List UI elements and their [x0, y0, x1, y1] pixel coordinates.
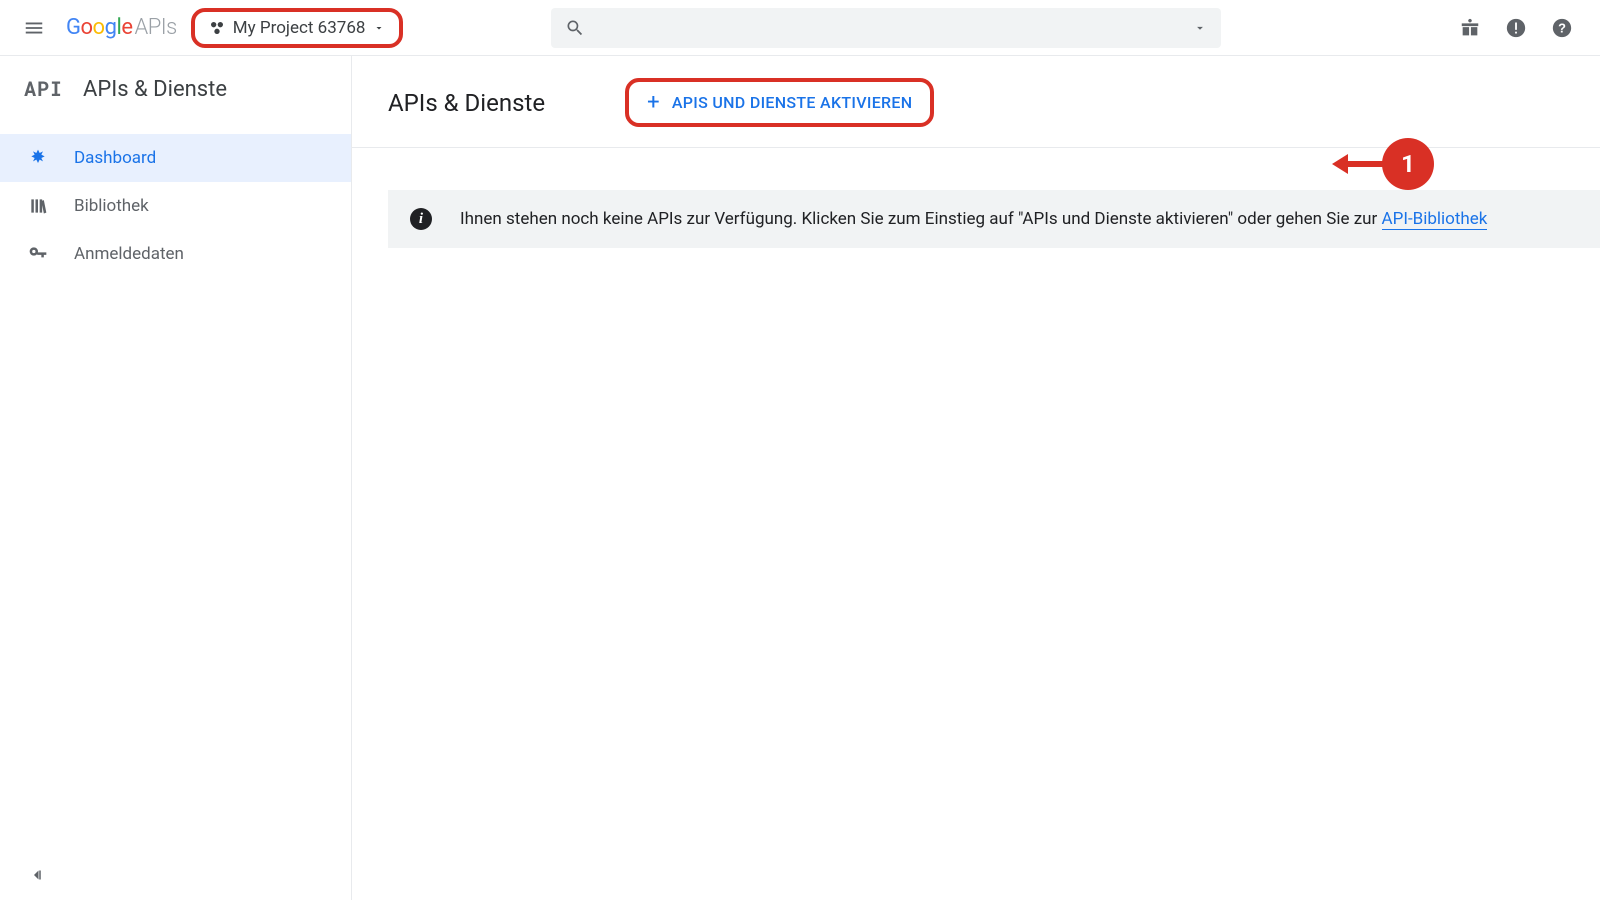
- svg-text:?: ?: [1558, 20, 1566, 35]
- menu-icon: [23, 17, 45, 39]
- main-content: APIs & Dienste + APIS UND DIENSTE AKTIVI…: [352, 56, 1600, 900]
- sidebar-item-library[interactable]: Bibliothek: [0, 182, 351, 230]
- notifications-button[interactable]: [1504, 16, 1528, 40]
- plus-icon: +: [647, 90, 660, 115]
- sidebar-item-credentials[interactable]: Anmeldedaten: [0, 230, 351, 278]
- credentials-icon: [28, 244, 48, 264]
- info-icon: i: [410, 208, 432, 230]
- sidebar-item-label: Bibliothek: [74, 196, 149, 216]
- library-icon: [28, 196, 48, 216]
- enable-apis-button[interactable]: + APIS UND DIENSTE AKTIVIEREN: [625, 78, 934, 127]
- api-library-link[interactable]: API-Bibliothek: [1382, 209, 1488, 230]
- chevron-left-icon: [28, 866, 46, 884]
- top-header: Google APIs My Project 63768 ?: [0, 0, 1600, 56]
- sidebar: API APIs & Dienste Dashboard Bibliothek …: [0, 56, 352, 900]
- project-icon: [209, 20, 225, 36]
- gift-button[interactable]: [1458, 16, 1482, 40]
- page-title: APIs & Dienste: [388, 89, 545, 117]
- main-header: APIs & Dienste + APIS UND DIENSTE AKTIVI…: [352, 56, 1600, 148]
- sidebar-item-label: Anmeldedaten: [74, 244, 184, 264]
- project-selector[interactable]: My Project 63768: [191, 8, 404, 48]
- search-icon: [565, 18, 585, 38]
- sidebar-item-label: Dashboard: [74, 148, 156, 168]
- info-banner: i Ihnen stehen noch keine APIs zur Verfü…: [388, 190, 1600, 248]
- sidebar-section-title: API APIs & Dienste: [0, 56, 351, 126]
- header-actions: ?: [1458, 16, 1586, 40]
- sidebar-item-dashboard[interactable]: Dashboard: [0, 134, 351, 182]
- alert-icon: [1505, 17, 1527, 39]
- annotation-arrow: 1: [1332, 138, 1434, 190]
- arrow-left-icon: [1332, 154, 1348, 174]
- google-apis-logo[interactable]: Google APIs: [66, 15, 177, 40]
- chevron-down-icon: [1193, 21, 1207, 35]
- annotation-badge: 1: [1382, 138, 1434, 190]
- api-logo-icon: API: [24, 76, 63, 102]
- info-text: Ihnen stehen noch keine APIs zur Verfügu…: [460, 209, 1487, 229]
- project-name: My Project 63768: [233, 18, 366, 38]
- collapse-sidebar-button[interactable]: [28, 866, 46, 884]
- gift-icon: [1459, 17, 1481, 39]
- hamburger-menu-button[interactable]: [14, 8, 54, 48]
- enable-apis-label: APIS UND DIENSTE AKTIVIEREN: [672, 93, 913, 112]
- chevron-down-icon: [373, 22, 385, 34]
- search-input[interactable]: [551, 8, 1221, 48]
- help-icon: ?: [1551, 17, 1573, 39]
- dashboard-icon: [28, 148, 48, 168]
- sidebar-section-label: APIs & Dienste: [83, 77, 227, 102]
- help-button[interactable]: ?: [1550, 16, 1574, 40]
